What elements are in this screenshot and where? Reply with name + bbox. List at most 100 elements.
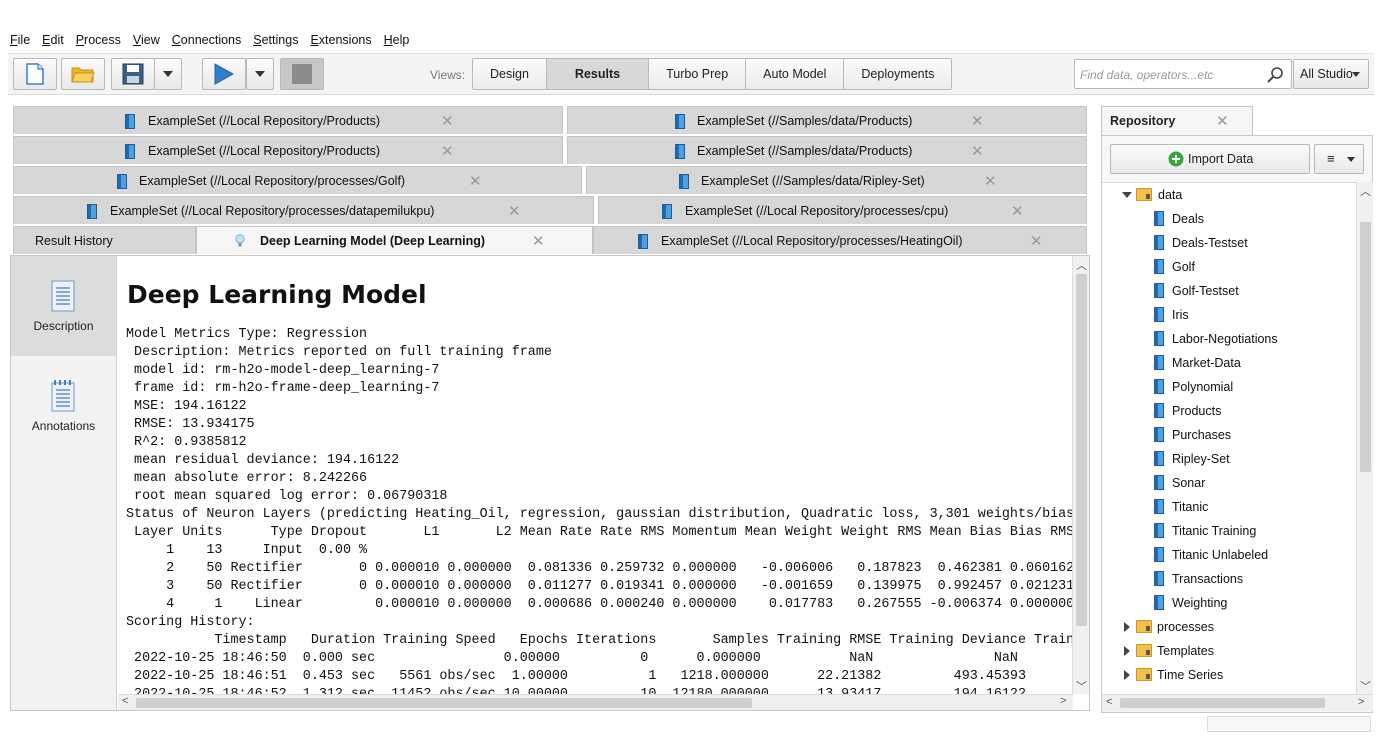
annotations-icon: [51, 380, 75, 412]
result-tab-label: ExampleSet (//Samples/data/Products): [697, 144, 913, 158]
chevron-down-icon[interactable]: ﹀: [1076, 678, 1087, 694]
model-text-line: 2022-10-25 18:46:52 1.312 sec 11452 obs/…: [126, 686, 1073, 694]
scrollbar-thumb[interactable]: [1120, 698, 1325, 708]
open-process-button[interactable]: [61, 58, 105, 90]
menu-help[interactable]: Help: [384, 33, 410, 51]
play-icon: [214, 63, 234, 85]
close-icon[interactable]: ✕: [984, 172, 997, 190]
expand-arrow-icon[interactable]: [1124, 646, 1130, 656]
new-process-button[interactable]: [13, 58, 57, 90]
toolbar: Views: Design Results Turbo Prep Auto Mo…: [8, 53, 1374, 95]
menu-edit[interactable]: Edit: [42, 33, 64, 51]
exampleset-icon: [675, 144, 685, 159]
close-icon[interactable]: ✕: [532, 232, 545, 250]
model-text-line: RMSE: 13.934175: [126, 417, 255, 432]
result-tab-label: ExampleSet (//Local Repository/Products): [148, 114, 381, 128]
exampleset-icon: [675, 114, 685, 129]
view-tab-turbo-prep[interactable]: Turbo Prep: [649, 59, 747, 89]
all-studio-dropdown[interactable]: All Studio: [1293, 59, 1369, 89]
result-tab[interactable]: ExampleSet (//Local Repository/processes…: [13, 166, 582, 194]
chevron-right-icon[interactable]: >: [1358, 696, 1364, 708]
close-icon[interactable]: ✕: [469, 172, 482, 190]
save-options-dropdown[interactable]: [154, 58, 182, 90]
close-icon[interactable]: ✕: [441, 112, 454, 130]
result-view-sidebar: Description Annotations: [11, 256, 117, 710]
model-text-line: frame id: rm-h2o-frame-deep_learning-7: [126, 381, 440, 396]
menu-process[interactable]: Process: [76, 33, 121, 51]
view-tab-auto-model[interactable]: Auto Model: [746, 59, 845, 89]
result-tab[interactable]: ExampleSet (//Local Repository/Products)…: [13, 106, 563, 134]
menu-connections[interactable]: Connections: [172, 33, 242, 51]
expand-arrow-icon[interactable]: [1122, 192, 1132, 198]
view-tab-deployments[interactable]: Deployments: [844, 59, 952, 89]
menu-settings[interactable]: Settings: [253, 33, 298, 51]
scrollbar-thumb[interactable]: [1360, 222, 1371, 472]
folder-icon: [1136, 188, 1152, 201]
exampleset-icon: [1154, 307, 1164, 322]
chevron-up-icon[interactable]: ︿: [1360, 183, 1371, 199]
chevron-down-icon[interactable]: ﹀: [1360, 678, 1371, 694]
tree-folder-label: processes: [1157, 620, 1214, 634]
import-data-button[interactable]: Import Data: [1110, 144, 1310, 174]
repository-vertical-scrollbar[interactable]: ︿ ﹀: [1356, 182, 1373, 694]
result-tab[interactable]: ExampleSet (//Samples/data/Products) ✕: [567, 106, 1087, 134]
result-tab[interactable]: ExampleSet (//Samples/data/Products) ✕: [567, 136, 1087, 164]
chevron-left-icon[interactable]: <: [1106, 696, 1112, 708]
viewer-horizontal-scrollbar[interactable]: < >: [118, 694, 1073, 710]
chevron-left-icon[interactable]: <: [122, 695, 128, 707]
repository-tab[interactable]: Repository ✕: [1101, 106, 1253, 136]
stop-process-button[interactable]: [280, 58, 324, 90]
result-tab[interactable]: ExampleSet (//Local Repository/processes…: [593, 226, 1087, 254]
run-options-dropdown[interactable]: [246, 58, 274, 90]
menu-file[interactable]: File: [10, 33, 30, 51]
chevron-right-icon[interactable]: >: [1060, 695, 1066, 707]
result-tab[interactable]: ExampleSet (//Local Repository/Products)…: [13, 136, 563, 164]
expand-arrow-icon[interactable]: [1124, 622, 1130, 632]
model-text-line: Description: Metrics reported on full tr…: [126, 345, 552, 360]
run-process-button[interactable]: [202, 58, 246, 90]
result-history-tab[interactable]: Result History: [13, 226, 196, 254]
view-tab-results[interactable]: Results: [546, 59, 650, 89]
expand-arrow-icon[interactable]: [1124, 670, 1130, 680]
model-text-line: Timestamp Duration Training Speed Epochs…: [126, 633, 1073, 648]
menu-bar: File Edit Process View Connections Setti…: [10, 33, 421, 51]
tree-item-label: Golf-Testset: [1172, 284, 1239, 298]
save-process-button[interactable]: [111, 58, 155, 90]
scrollbar-thumb[interactable]: [1076, 274, 1087, 626]
tree-item-label: Transactions: [1172, 572, 1244, 586]
viewer-vertical-scrollbar[interactable]: ︿ ﹀: [1072, 256, 1089, 694]
close-icon[interactable]: ✕: [971, 112, 984, 130]
tree-item-label: Titanic Training: [1172, 524, 1257, 538]
close-icon[interactable]: ✕: [1011, 202, 1024, 220]
menu-extensions[interactable]: Extensions: [310, 33, 371, 51]
result-tab[interactable]: ExampleSet (//Local Repository/processes…: [13, 196, 594, 224]
result-tab[interactable]: ExampleSet (//Local Repository/processes…: [598, 196, 1087, 224]
close-icon[interactable]: ✕: [441, 142, 454, 160]
annotations-view-button[interactable]: Annotations: [11, 356, 116, 456]
tree-item-label: Market-Data: [1172, 356, 1241, 370]
search-icon[interactable]: [1267, 66, 1285, 84]
description-view-button[interactable]: Description: [11, 256, 116, 356]
global-search-input[interactable]: Find data, operators...etc: [1074, 59, 1292, 89]
repository-menu-button[interactable]: ≡: [1314, 144, 1364, 174]
model-text-line: mean absolute error: 8.242266: [126, 471, 368, 486]
close-icon[interactable]: ✕: [971, 142, 984, 160]
tree-item-label: Titanic Unlabeled: [1172, 548, 1269, 562]
view-tab-design[interactable]: Design: [473, 59, 547, 89]
exampleset-icon: [1154, 571, 1164, 586]
exampleset-icon: [125, 144, 135, 159]
result-tab[interactable]: ExampleSet (//Samples/data/Ripley-Set) ✕: [586, 166, 1087, 194]
scrollbar-thumb[interactable]: [136, 698, 752, 708]
result-tab-label: ExampleSet (//Samples/data/Ripley-Set): [701, 174, 925, 188]
deep-learning-model-tab[interactable]: Deep Learning Model (Deep Learning) ✕: [196, 226, 593, 254]
repository-horizontal-scrollbar[interactable]: < >: [1102, 694, 1373, 711]
chevron-up-icon[interactable]: ︿: [1076, 257, 1087, 273]
model-text-line: 2022-10-25 18:46:51 0.453 sec 5561 obs/s…: [126, 669, 1073, 684]
exampleset-icon: [1154, 595, 1164, 610]
close-icon[interactable]: ✕: [1030, 232, 1043, 250]
new-file-icon: [26, 63, 44, 85]
close-icon[interactable]: ✕: [1216, 112, 1229, 130]
menu-view[interactable]: View: [133, 33, 160, 51]
folder-icon: [1136, 620, 1152, 633]
close-icon[interactable]: ✕: [508, 202, 521, 220]
